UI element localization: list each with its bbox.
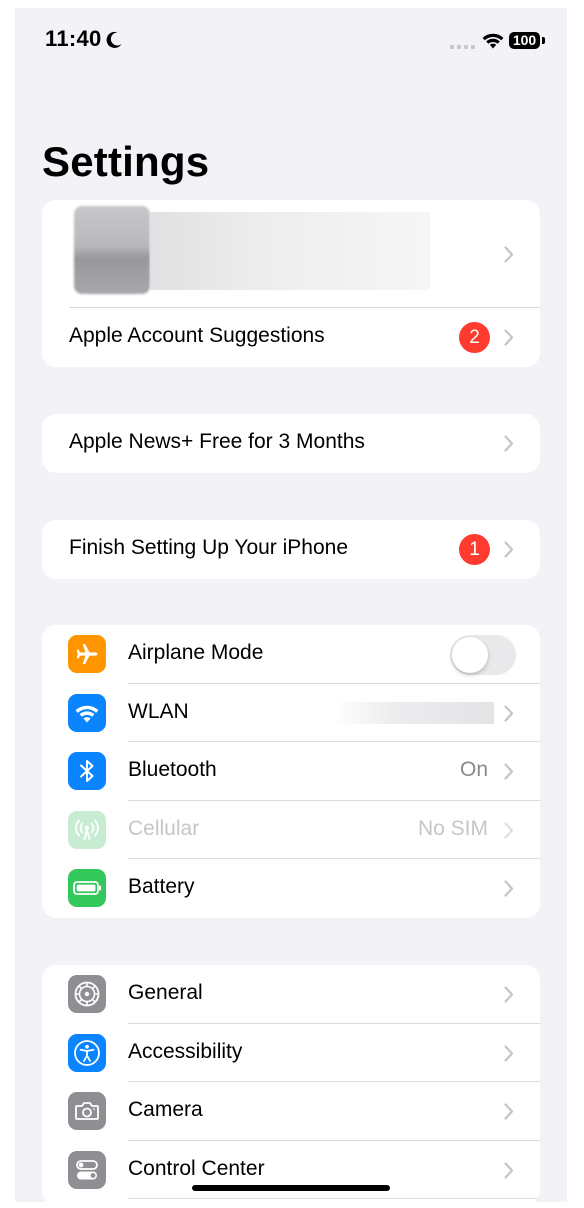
settings-screen: 11:40 100 Settings Apple Account Suggest…: [15, 8, 567, 1202]
status-bar: 11:40 100: [15, 8, 567, 74]
general-row[interactable]: General: [42, 965, 540, 1024]
account-profile-row[interactable]: [42, 200, 540, 308]
home-indicator[interactable]: [192, 1185, 390, 1191]
chevron-right-icon: [504, 763, 514, 780]
bluetooth-icon: [68, 752, 106, 791]
chevron-right-icon: [504, 435, 514, 452]
moon-icon: [106, 31, 122, 48]
apple-news-offer-row[interactable]: Apple News+ Free for 3 Months: [42, 414, 540, 473]
row-label: Apple Account Suggestions: [69, 324, 325, 347]
chevron-right-icon: [504, 1162, 514, 1179]
apple-account-suggestions-row[interactable]: Apple Account Suggestions 2: [42, 308, 540, 367]
separator: [128, 1198, 540, 1200]
accessibility-icon: [68, 1033, 106, 1072]
row-label: Bluetooth: [128, 758, 217, 782]
battery-level: 100: [509, 32, 540, 49]
bluetooth-status-value: On: [459, 758, 488, 782]
row-label: Finish Setting Up Your iPhone: [69, 536, 349, 559]
row-label: Battery: [128, 875, 195, 899]
camera-row[interactable]: Camera: [42, 1082, 540, 1141]
row-label: General: [128, 981, 203, 1004]
finish-setup-row[interactable]: Finish Setting Up Your iPhone 1: [42, 520, 540, 579]
row-label: Apple News+ Free for 3 Months: [69, 430, 365, 453]
row-label: Camera: [128, 1098, 203, 1122]
airplane-icon: [68, 635, 106, 673]
row-label: Airplane Mode: [128, 641, 264, 664]
chevron-right-icon: [504, 1044, 514, 1062]
chevron-right-icon: [504, 704, 514, 722]
accessibility-row[interactable]: Accessibility: [42, 1024, 540, 1083]
battery-row[interactable]: Battery: [42, 859, 540, 918]
chevron-right-icon: [504, 329, 514, 346]
row-label: WLAN: [128, 699, 189, 723]
chevron-right-icon: [504, 880, 514, 897]
cellular-signal-icon: [450, 45, 475, 49]
chevron-right-icon: [504, 822, 514, 839]
row-label: Cellular: [128, 816, 200, 840]
airplane-mode-toggle[interactable]: [450, 635, 516, 675]
blurred-network-name: [332, 701, 494, 724]
wifi-icon: [68, 693, 106, 732]
row-label: Accessibility: [128, 1039, 243, 1063]
gear-icon: [68, 975, 106, 1013]
battery-icon: [68, 869, 106, 908]
camera-icon: [68, 1092, 106, 1131]
blurred-avatar: [74, 206, 150, 294]
notification-badge: 2: [459, 322, 490, 353]
notification-badge: 1: [459, 534, 490, 565]
cellular-status-value: No SIM: [417, 816, 488, 840]
blurred-account-name: [150, 212, 430, 290]
page-title: Settings: [42, 138, 210, 185]
chevron-right-icon: [504, 246, 514, 263]
wifi-status-icon: [482, 33, 504, 49]
system-group: General Accessibility Camera Control Cen…: [42, 965, 540, 1202]
airplane-mode-row: Airplane Mode: [42, 625, 540, 684]
antenna-icon: [68, 810, 106, 849]
chevron-right-icon: [504, 541, 514, 558]
row-label: Control Center: [128, 1156, 265, 1180]
toggles-icon: [68, 1150, 106, 1189]
news-group: Apple News+ Free for 3 Months: [42, 414, 540, 473]
connectivity-group: Airplane Mode WLAN Bluetooth On Cellular…: [42, 625, 540, 918]
toggle-knob: [452, 637, 488, 673]
wlan-row[interactable]: WLAN: [42, 684, 540, 743]
bluetooth-row[interactable]: Bluetooth On: [42, 742, 540, 801]
finish-setup-group: Finish Setting Up Your iPhone 1: [42, 520, 540, 579]
status-time: 11:40: [45, 26, 102, 51]
cellular-row[interactable]: Cellular No SIM: [42, 801, 540, 860]
chevron-right-icon: [504, 1103, 514, 1120]
battery-tip: [542, 37, 545, 44]
chevron-right-icon: [504, 986, 514, 1003]
account-group: Apple Account Suggestions 2: [42, 200, 540, 367]
